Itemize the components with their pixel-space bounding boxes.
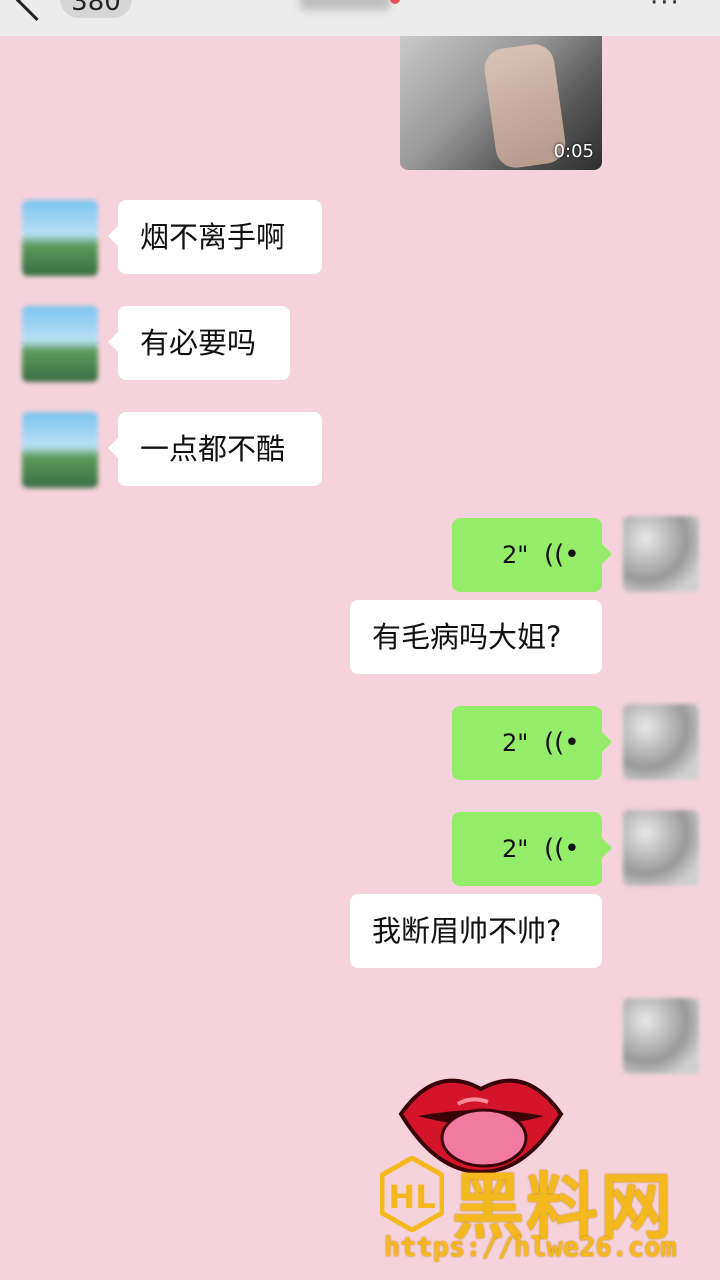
voice-message-bubble[interactable]: 2" ((• <box>452 706 612 780</box>
watermark-logo-icon: HL <box>380 1156 444 1232</box>
message-bubble-received[interactable]: 有必要吗 <box>108 306 290 380</box>
more-icon[interactable]: ··· <box>650 0 681 18</box>
watermark-url: https://hlwe26.com <box>384 1232 677 1263</box>
voice-duration: 2" <box>502 729 529 757</box>
message-text: 我断眉帅不帅? <box>372 914 562 948</box>
voice-wave-icon: ((• <box>544 728 580 758</box>
message-text: 一点都不酷 <box>140 432 286 466</box>
back-arrow-icon[interactable] <box>15 0 58 22</box>
unread-count-badge[interactable]: 380 <box>60 0 132 18</box>
voice-wave-icon: ((• <box>544 834 580 864</box>
my-avatar[interactable] <box>623 998 699 1074</box>
voice-duration: 2" <box>502 541 529 569</box>
message-text: 有毛病吗大姐? <box>372 620 562 654</box>
video-message[interactable]: 0:05 <box>400 36 602 170</box>
message-bubble-received[interactable]: 一点都不酷 <box>108 412 322 486</box>
voice-message-bubble[interactable]: 2" ((• <box>452 812 612 886</box>
voice-duration: 2" <box>502 835 529 863</box>
message-bubble-sent[interactable]: 我断眉帅不帅? <box>350 894 602 968</box>
message-bubble-sent[interactable]: 有毛病吗大姐? <box>350 600 602 674</box>
message-text: 有必要吗 <box>140 326 257 360</box>
voice-wave-icon: ((• <box>544 540 580 570</box>
message-text: 烟不离手啊 <box>140 220 286 254</box>
message-bubble-received[interactable]: 烟不离手啊 <box>108 200 322 274</box>
notification-dot <box>390 0 400 4</box>
my-avatar[interactable] <box>623 704 699 780</box>
svg-text:HL: HL <box>388 1178 435 1216</box>
voice-message-bubble[interactable]: 2" ((• <box>452 518 612 592</box>
contact-avatar[interactable] <box>22 412 98 488</box>
contact-avatar[interactable] <box>22 306 98 382</box>
chat-title-blurred <box>300 0 390 10</box>
video-duration: 0:05 <box>553 141 594 162</box>
my-avatar[interactable] <box>623 810 699 886</box>
my-avatar[interactable] <box>623 516 699 592</box>
top-bar: 380 ··· <box>0 0 720 36</box>
contact-avatar[interactable] <box>22 200 98 276</box>
